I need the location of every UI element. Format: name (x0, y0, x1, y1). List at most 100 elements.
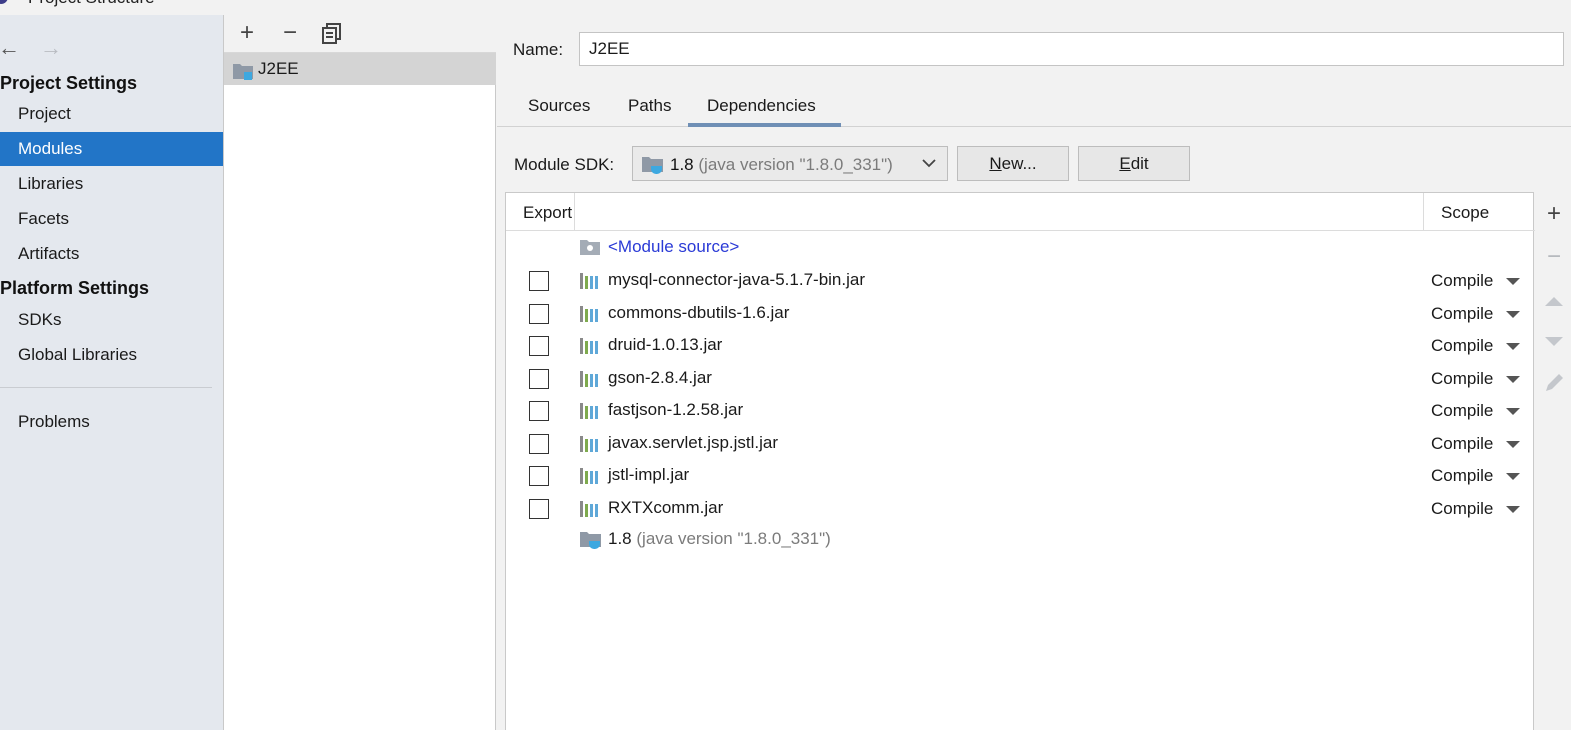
settings-sidebar: ← → Project Settings Project Modules Lib… (0, 15, 223, 730)
scope-dropdown-arrow-icon[interactable] (1506, 375, 1520, 383)
dependency-row[interactable]: commons-dbutils-1.6.jar Compile (506, 298, 1533, 330)
export-checkbox[interactable] (529, 368, 549, 389)
sdk-folder-icon (579, 529, 603, 556)
library-icon (579, 402, 601, 425)
scope-select[interactable]: Compile (1431, 271, 1493, 291)
scope-select[interactable]: Compile (1431, 369, 1493, 389)
tab-sources[interactable]: Sources (528, 96, 590, 127)
remove-module-button[interactable]: − (278, 21, 302, 46)
dependency-name: jstl-impl.jar (608, 465, 690, 484)
scope-dropdown-arrow-icon[interactable] (1506, 343, 1520, 350)
dependency-name: druid-1.0.13.jar (608, 335, 723, 354)
library-icon (579, 435, 601, 458)
library-icon (579, 467, 601, 490)
library-icon (579, 272, 601, 295)
export-checkbox[interactable] (529, 303, 549, 324)
edit-sdk-button[interactable]: Edit (1078, 146, 1190, 181)
dependency-side-toolbar: + − (1537, 192, 1571, 730)
scope-dropdown-arrow-icon[interactable] (1506, 440, 1520, 448)
sidebar-item-facets[interactable]: Facets (0, 202, 223, 236)
column-scope[interactable]: Scope (1441, 203, 1489, 223)
chevron-down-icon (922, 159, 936, 168)
dependency-row[interactable]: druid-1.0.13.jar Compile (506, 330, 1533, 362)
column-divider (574, 193, 575, 231)
module-toolbar: + − (224, 15, 496, 53)
dependency-row[interactable]: mysql-connector-java-5.1.7-bin.jar Compil… (506, 265, 1533, 297)
sidebar-item-project[interactable]: Project (0, 97, 223, 131)
scope-dropdown-arrow-icon[interactable] (1506, 310, 1520, 318)
scope-select[interactable]: Compile (1431, 499, 1493, 519)
dependency-row[interactable]: RXTXcomm.jar Compile (506, 493, 1533, 525)
scope-select[interactable]: Compile (1431, 434, 1493, 454)
module-sdk-label: Module SDK: (514, 155, 615, 174)
scope-select[interactable]: Compile (1431, 401, 1493, 421)
module-name-input[interactable] (579, 32, 1564, 66)
export-checkbox[interactable] (529, 433, 549, 454)
add-module-button[interactable]: + (235, 21, 259, 46)
sidebar-item-libraries[interactable]: Libraries (0, 167, 223, 201)
scope-dropdown-arrow-icon[interactable] (1506, 278, 1520, 285)
window-title: Project Structure (28, 0, 155, 8)
move-down-icon[interactable] (1543, 330, 1565, 352)
name-label: Name: (513, 40, 564, 59)
scope-dropdown-arrow-icon[interactable] (1506, 473, 1520, 480)
sdk-row-label: 1.8 (java version "1.8.0_331") (608, 529, 831, 548)
module-item-j2ee[interactable]: J2EE (224, 53, 496, 85)
module-source-label: <Module source> (608, 237, 740, 256)
sidebar-item-global-libraries[interactable]: Global Libraries (0, 338, 223, 372)
library-icon (579, 337, 601, 360)
sdk-select-value: 1.8 (java version "1.8.0_331") (670, 155, 893, 174)
new-sdk-button[interactable]: New... (957, 146, 1069, 181)
dependency-row[interactable]: fastjson-1.2.58.jar Compile (506, 395, 1533, 427)
library-icon (579, 370, 601, 393)
edit-pencil-icon[interactable] (1543, 372, 1565, 394)
sdk-folder-icon (642, 157, 663, 174)
scope-dropdown-arrow-icon[interactable] (1506, 408, 1520, 415)
sidebar-item-modules[interactable]: Modules (0, 132, 223, 166)
dependency-name: fastjson-1.2.58.jar (608, 400, 744, 419)
arrow-right-icon[interactable]: → (40, 37, 62, 59)
scope-select[interactable]: Compile (1431, 304, 1493, 324)
platform-settings-header: Platform Settings (0, 278, 150, 298)
sdk-dependency-row[interactable]: 1.8 (java version "1.8.0_331") (506, 524, 1533, 556)
sidebar-item-sdks[interactable]: SDKs (0, 303, 223, 337)
module-folder-icon (232, 61, 254, 86)
dependency-name: gson-2.8.4.jar (608, 367, 712, 387)
tab-dependencies[interactable]: Dependencies (688, 96, 841, 127)
module-list-panel: + − J2EE (223, 15, 496, 730)
copy-icon[interactable] (320, 22, 344, 46)
dependency-name: mysql-connector-java-5.1.7-bin.jar (608, 270, 865, 289)
module-item-label: J2EE (258, 59, 299, 78)
tab-paths[interactable]: Paths (628, 96, 671, 127)
export-checkbox[interactable] (529, 336, 549, 356)
plus-icon[interactable]: + (1543, 202, 1565, 226)
dependency-name: commons-dbutils-1.6.jar (608, 302, 790, 322)
column-export[interactable]: Export (523, 203, 572, 223)
module-details: Name: Sources Paths Dependencies Module … (497, 15, 1571, 730)
module-source-row[interactable]: <Module source> (506, 232, 1533, 264)
sidebar-item-problems[interactable]: Problems (0, 405, 223, 439)
arrow-left-icon[interactable]: ← (0, 37, 20, 59)
scope-select[interactable]: Compile (1431, 336, 1493, 356)
move-up-icon[interactable] (1543, 289, 1565, 311)
dependency-name: javax.servlet.jsp.jstl.jar (608, 432, 779, 452)
dependency-row[interactable]: jstl-impl.jar Compile (506, 460, 1533, 492)
scope-select[interactable]: Compile (1431, 466, 1493, 486)
export-checkbox[interactable] (529, 401, 549, 421)
app-icon (0, 0, 8, 4)
sidebar-item-artifacts[interactable]: Artifacts (0, 237, 223, 271)
column-divider (1423, 193, 1424, 231)
minus-icon[interactable]: − (1543, 245, 1565, 269)
dependency-name: RXTXcomm.jar (608, 497, 724, 517)
dependencies-table: Export Scope <Module source> mysql-conne… (505, 192, 1535, 730)
export-checkbox[interactable] (529, 271, 549, 291)
export-checkbox[interactable] (529, 498, 549, 519)
scope-dropdown-arrow-icon[interactable] (1506, 505, 1520, 513)
dependency-row[interactable]: gson-2.8.4.jar Compile (506, 363, 1533, 395)
module-sdk-select[interactable]: 1.8 (java version "1.8.0_331") (632, 146, 948, 181)
project-settings-header: Project Settings (0, 73, 138, 93)
sidebar-divider (0, 387, 212, 388)
dependency-row[interactable]: javax.servlet.jsp.jstl.jar Compile (506, 428, 1533, 460)
window-titlebar: Project Structure (0, 0, 300, 8)
export-checkbox[interactable] (529, 466, 549, 486)
